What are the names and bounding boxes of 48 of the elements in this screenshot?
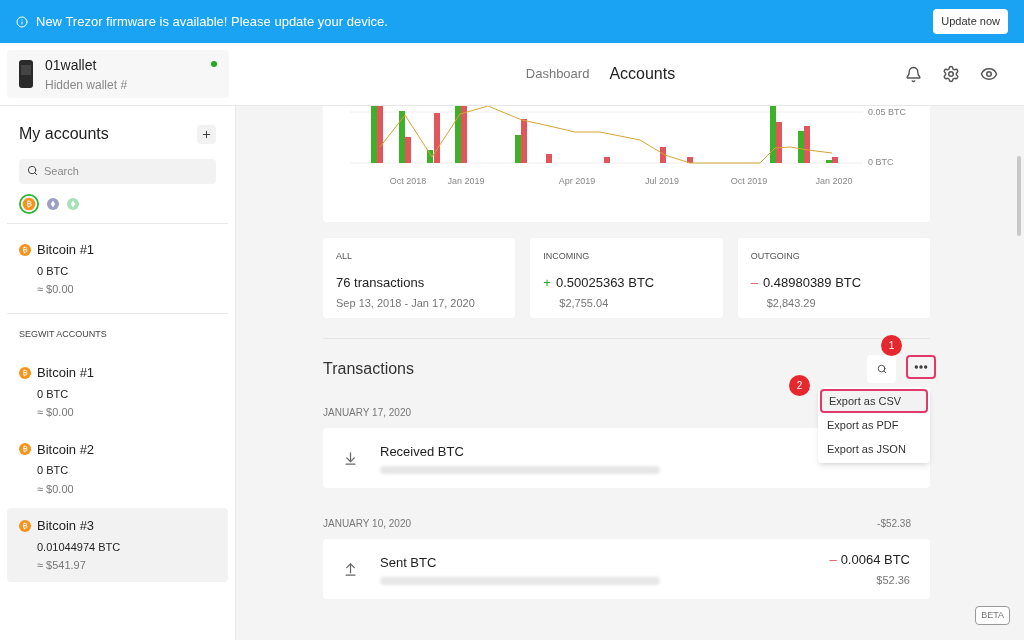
account-balance: 0.01044974 BTC [36,539,122,555]
account-balance: 0 BTC [36,463,70,478]
x-axis-label: Jan 2019 [447,175,485,188]
x-axis-label: Apr 2019 [558,175,596,188]
day-total: -$52.38 [877,517,911,531]
sign: – [829,550,837,569]
y-axis-label: 0.05 BTC [868,106,907,119]
account-fiat: ≈ $0.00 [36,282,75,297]
transaction-fiat: $52.36 [876,573,910,588]
summary-detail: $2,755.04 [558,296,610,311]
summary-title: OUTGOING [750,250,801,263]
summary-value: 76 transactions [336,273,425,292]
x-axis-label: Oct 2018 [389,175,427,188]
section-label: SEGWIT ACCOUNTS [18,327,108,341]
account-name: Bitcoin #2 [37,440,95,459]
transaction-amount: 0.0064 BTC [840,550,910,569]
summary-title: ALL [336,250,353,263]
summary-title: INCOMING [543,250,591,263]
account-fiat: ≈ $0.00 [36,481,75,497]
wallet-subtitle: Hidden wallet # [45,76,129,94]
sign: – [750,273,758,292]
account-name: Bitcoin #3 [37,517,95,535]
beta-badge: BETA [975,605,1010,625]
date-heading: JANUARY 10, 2020 [323,517,412,531]
section-title: Transactions [323,359,414,379]
date-heading: JANUARY 17, 2020 [323,406,412,420]
summary-value: 0.50025363 BTC [555,273,655,292]
sign: + [543,273,551,292]
summary-value: 0.48980389 BTC [762,273,862,292]
transaction-title: Received BTC [380,442,464,461]
banner-text: New Trezor firmware is available! Please update your device. [36,12,389,31]
account-fiat: ≈ $0.00 [36,405,75,420]
wallet-name: 01wallet [45,55,98,75]
x-axis-label: Jul 2019 [645,175,679,188]
step-marker: 2 [789,375,810,396]
account-balance: 0 BTC [36,386,70,402]
step-marker: 1 [881,335,902,356]
x-axis-label: Jan 2020 [815,175,853,188]
account-name: Bitcoin #1 [37,364,95,382]
sidebar-title: My accounts [19,124,109,144]
account-balance: 0 BTC [36,263,70,279]
account-fiat: ≈ $541.97 [36,558,87,573]
x-axis-label: Oct 2019 [730,175,768,188]
account-name: Bitcoin #1 [37,241,95,259]
transaction-title: Sent BTC [380,553,437,572]
summary-detail: $2,843.29 [765,296,817,311]
summary-detail: Sep 13, 2018 - Jan 17, 2020 [336,296,476,311]
y-axis-label: 0 BTC [868,156,894,169]
